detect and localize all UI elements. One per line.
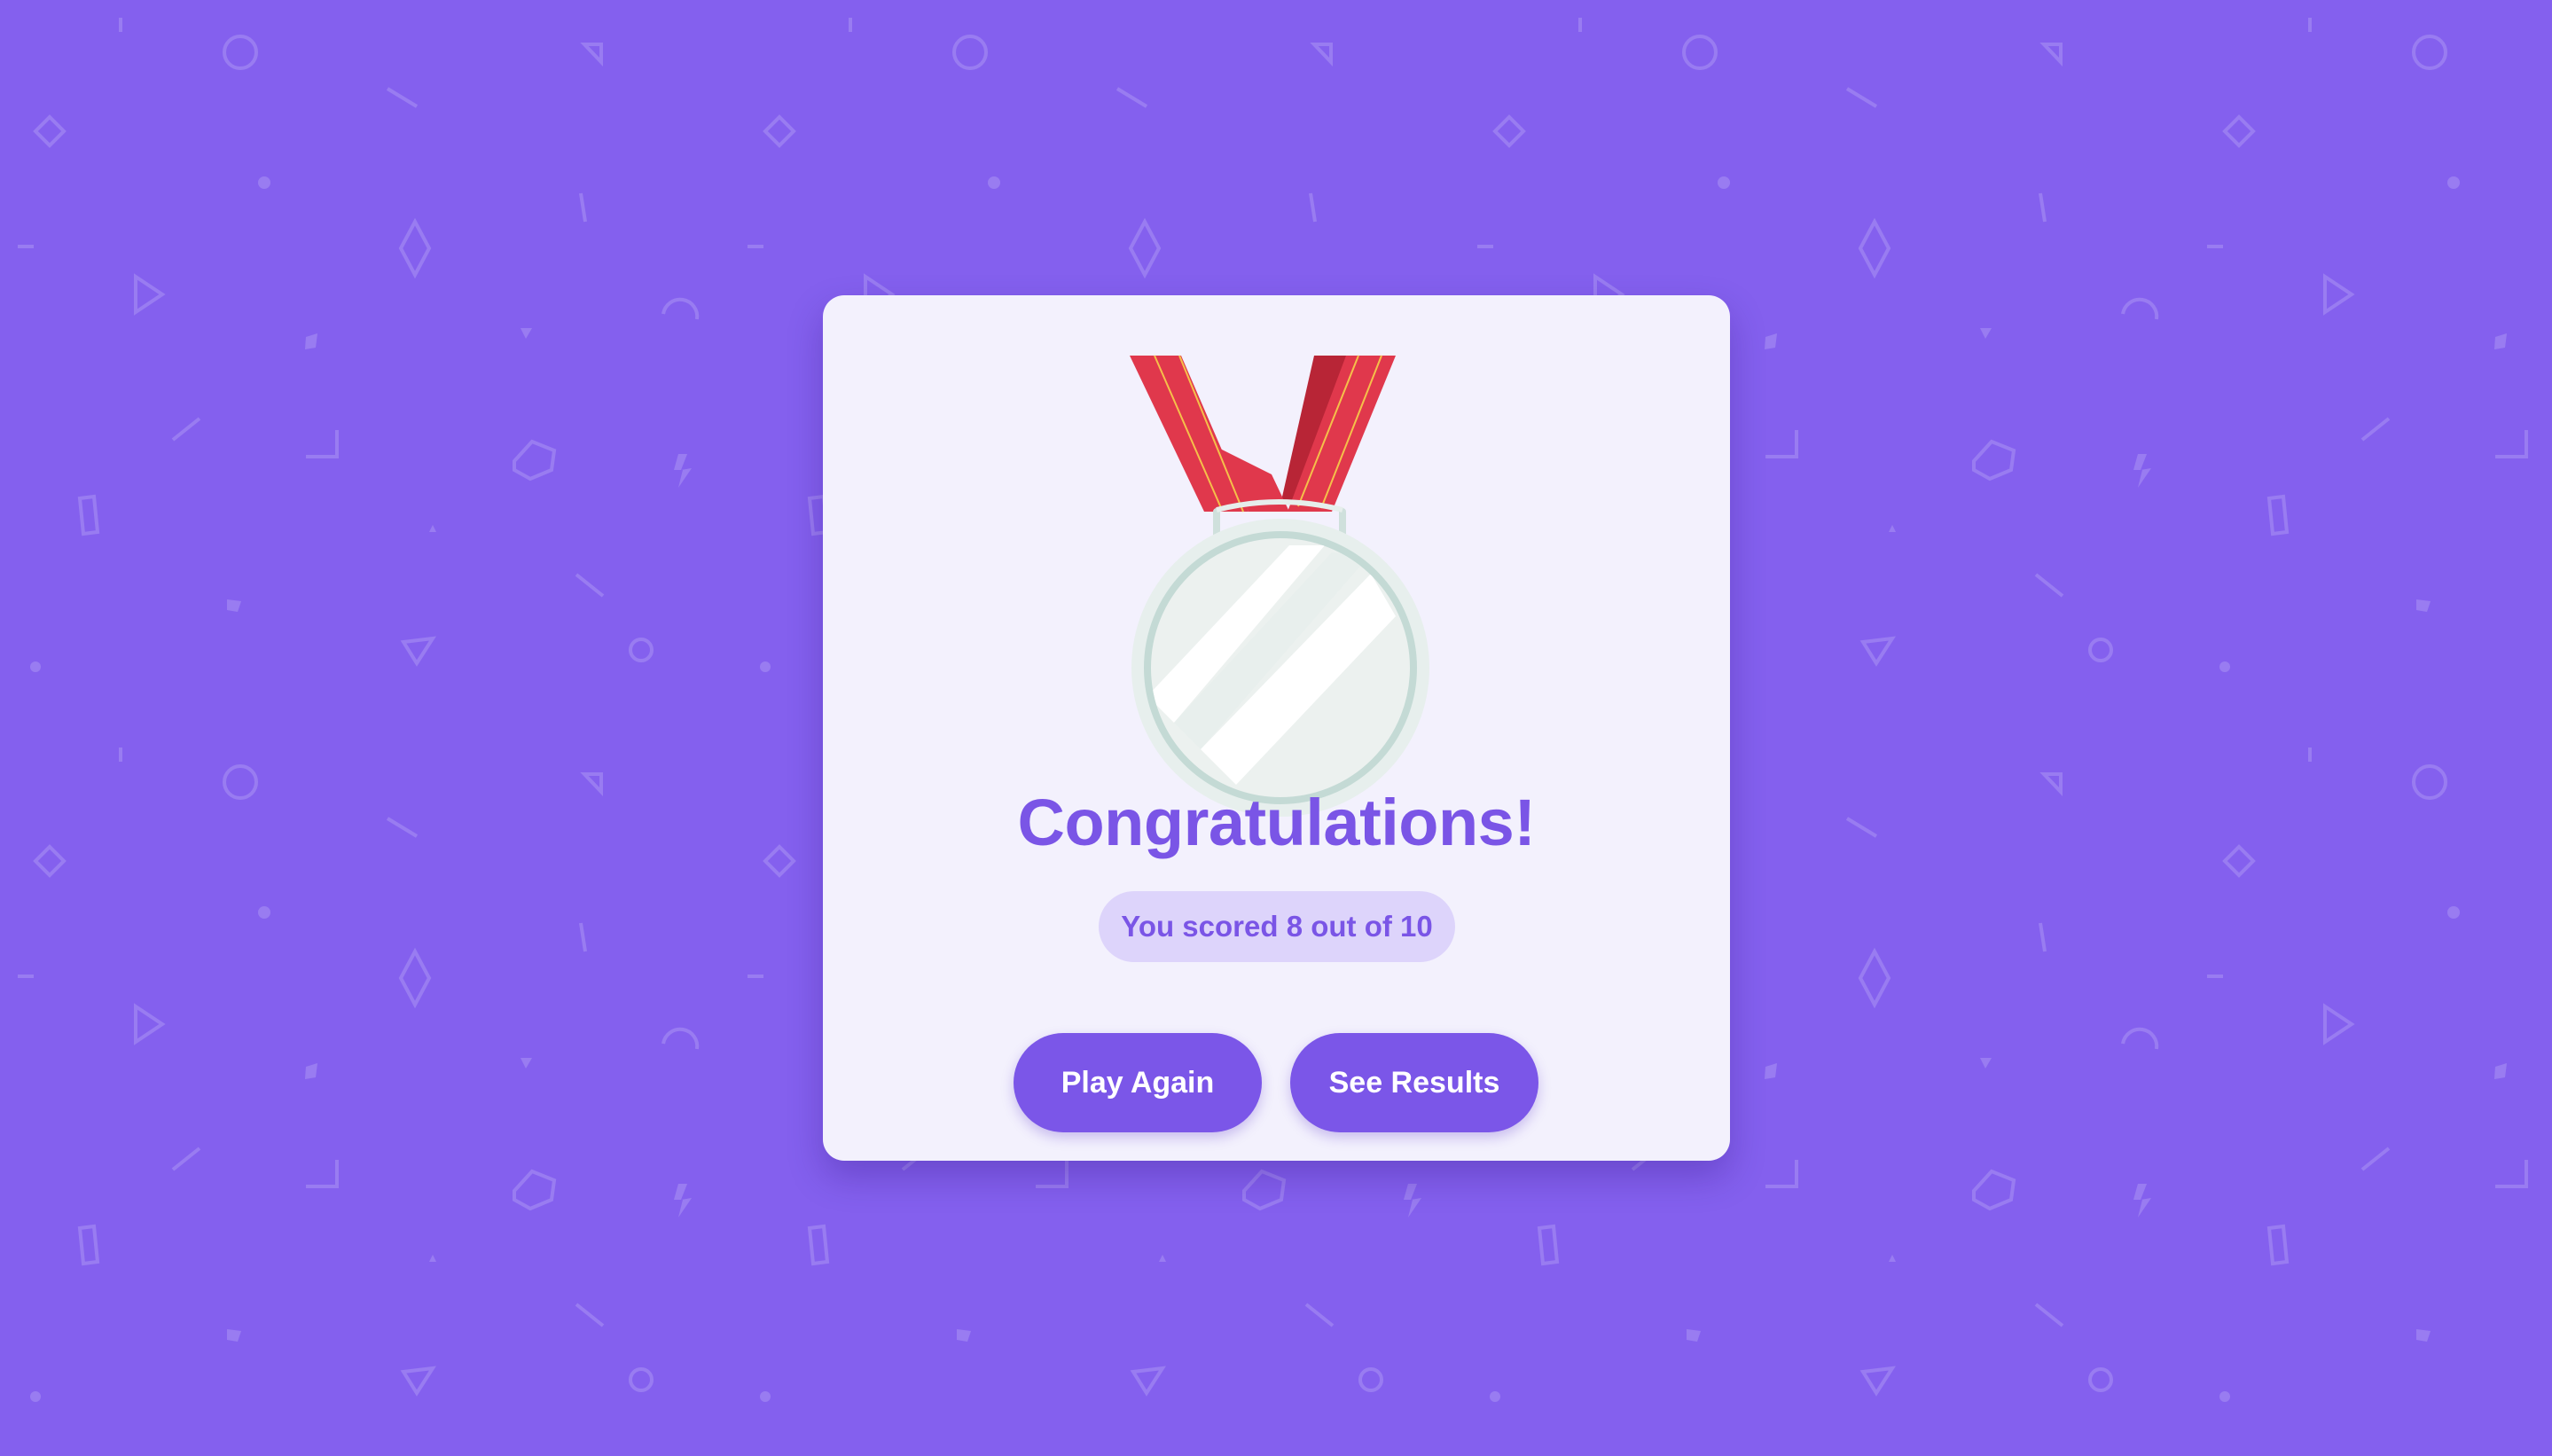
play-again-button[interactable]: Play Again — [1014, 1033, 1262, 1132]
congratulations-title: Congratulations! — [1017, 786, 1536, 859]
result-card: Congratulations! You scored 8 out of 10 … — [823, 295, 1730, 1161]
silver-medal-icon — [1130, 355, 1429, 817]
score-badge: You scored 8 out of 10 — [1099, 891, 1455, 962]
see-results-button[interactable]: See Results — [1290, 1033, 1538, 1132]
